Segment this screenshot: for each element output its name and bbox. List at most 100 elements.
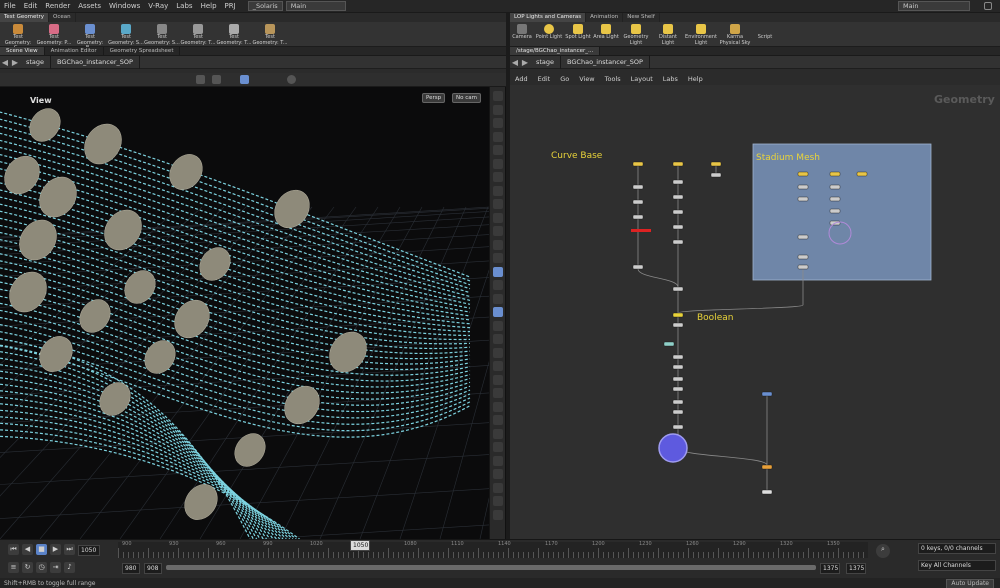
shelf-tab-animation[interactable]: Animation: [586, 13, 624, 22]
tool-test-geo-5[interactable]: Test Geometry: S...: [144, 24, 180, 46]
key-all-button[interactable]: Key All Channels: [918, 560, 996, 571]
context-select[interactable]: Main: [285, 1, 346, 11]
note-stadium-mesh[interactable]: Stadium Mesh: [756, 153, 820, 163]
net-menu-go[interactable]: Go: [555, 75, 574, 83]
viewport-tool-icon[interactable]: [493, 131, 503, 142]
zoom-icon[interactable]: ⌕: [876, 544, 890, 558]
menu-windows[interactable]: Windows: [105, 0, 144, 13]
viewport-tool-icon[interactable]: [493, 428, 503, 439]
net-menu-help[interactable]: Help: [683, 75, 708, 83]
tool-environment-light[interactable]: Environment Light: [684, 24, 718, 46]
tool-test-geo-6[interactable]: Test Geometry: T...: [180, 24, 216, 46]
viewport-tool-icon[interactable]: [493, 91, 503, 101]
loop-icon[interactable]: ↻: [22, 562, 33, 573]
tab-animation-editor[interactable]: Animation Editor: [45, 47, 104, 55]
menu-assets[interactable]: Assets: [74, 0, 105, 13]
net-menu-labs[interactable]: Labs: [658, 75, 683, 83]
viewport-tool-icon[interactable]: [493, 496, 503, 506]
stop-icon[interactable]: ■: [36, 544, 47, 555]
play-icon[interactable]: ▶: [50, 544, 61, 555]
note-curve-base[interactable]: Curve Base: [551, 151, 602, 161]
viewport-tool-icon[interactable]: [493, 185, 503, 196]
desktop-select[interactable]: _Solaris: [247, 1, 283, 11]
menu-render[interactable]: Render: [41, 0, 74, 13]
path-context[interactable]: stage: [530, 55, 562, 69]
snapshot-icon[interactable]: [287, 75, 296, 84]
right-context-select[interactable]: Main: [898, 1, 970, 11]
range-end-field[interactable]: 1375: [820, 563, 840, 574]
viewport-tool-icon[interactable]: [493, 172, 503, 182]
viewport-tool-icon[interactable]: [493, 118, 503, 128]
viewport-tool-icon[interactable]: [493, 104, 503, 115]
tab-geometry-spreadsheet[interactable]: Geometry Spreadsheet: [104, 47, 181, 55]
viewport-tool-icon[interactable]: [493, 388, 503, 398]
forward-arrow-icon[interactable]: ▶: [10, 58, 20, 67]
network-editor[interactable]: Geometry Curve Base Stadium Mesh Boolean: [510, 85, 1000, 539]
net-menu-layout[interactable]: Layout: [626, 75, 658, 83]
forward-arrow-icon[interactable]: ▶: [520, 58, 530, 67]
menu-edit[interactable]: Edit: [20, 0, 42, 13]
net-menu-tools[interactable]: Tools: [600, 75, 626, 83]
viewport-tool-icon[interactable]: [493, 401, 503, 412]
tool-test-geo-8[interactable]: Test Geometry: T...: [252, 24, 288, 46]
net-menu-add[interactable]: Add: [510, 75, 533, 83]
display-icon[interactable]: [212, 75, 221, 84]
range-start-field[interactable]: 980: [122, 563, 140, 574]
menu-vray[interactable]: V-Ray: [144, 0, 172, 13]
viewport-tool-icon[interactable]: [493, 455, 503, 466]
viewport-tool-icon[interactable]: [493, 212, 503, 223]
range-slider[interactable]: [166, 565, 816, 570]
timeline-track[interactable]: 900 930 960 990 1020 1050 1080 1110 1140 1170 1200…: [118, 541, 868, 558]
viewport-tool-icon[interactable]: [493, 239, 503, 250]
net-menu-edit[interactable]: Edit: [533, 75, 556, 83]
window-icon[interactable]: [984, 2, 992, 10]
tool-distant-light[interactable]: Distant Light: [652, 24, 684, 46]
path-node[interactable]: BGChao_instancer_SOP: [51, 55, 140, 69]
tool-karma-sky[interactable]: Karma Physical Sky: [718, 24, 752, 46]
menu-labs[interactable]: Labs: [172, 0, 196, 13]
camera-menu[interactable]: No cam: [452, 93, 481, 103]
viewport-tool-icon[interactable]: [493, 442, 503, 452]
viewport-tool-icon[interactable]: [493, 266, 503, 277]
viewport-tool-icon[interactable]: [493, 307, 503, 317]
viewport-tool-icon[interactable]: [493, 320, 503, 331]
viewport-tool-icon[interactable]: [493, 482, 503, 493]
tool-spot-light[interactable]: Spot Light: [564, 24, 592, 41]
path-context[interactable]: stage: [20, 55, 52, 69]
frame-marker[interactable]: 1050: [350, 540, 370, 551]
step-icon[interactable]: ⇥: [50, 562, 61, 573]
current-frame-field[interactable]: 1050: [78, 545, 100, 556]
camera-icon[interactable]: [196, 75, 205, 84]
net-menu-view[interactable]: View: [574, 75, 599, 83]
viewport-tool-icon[interactable]: [493, 199, 503, 209]
tool-geometry-light[interactable]: Geometry Light: [620, 24, 652, 46]
back-arrow-icon[interactable]: ◀: [0, 58, 10, 67]
tool-test-geo-4[interactable]: Test Geometry: S...: [108, 24, 144, 46]
viewport-tool-icon[interactable]: [493, 415, 503, 425]
viewport-tool-icon[interactable]: [493, 469, 503, 479]
viewport-tool-icon[interactable]: [493, 334, 503, 344]
shelf-tab-ocean[interactable]: Ocean: [49, 13, 76, 22]
tool-camera[interactable]: Camera: [510, 24, 534, 41]
menu-file[interactable]: File: [0, 0, 20, 13]
range-end2-field[interactable]: 1375: [846, 563, 866, 574]
viewport-tool-icon[interactable]: [493, 347, 503, 358]
viewport-tool-icon[interactable]: [493, 509, 503, 520]
tool-script[interactable]: Script: [752, 24, 778, 41]
viewport-tool-icon[interactable]: [493, 158, 503, 169]
play-reverse-icon[interactable]: ◀: [22, 544, 33, 555]
last-frame-icon[interactable]: ⏭: [64, 544, 75, 555]
first-frame-icon[interactable]: ⏮: [8, 544, 19, 555]
shelf-tab-lop-lights[interactable]: LOP Lights and Cameras: [510, 13, 587, 22]
tab-scene-view[interactable]: Scene View: [0, 47, 45, 55]
sound-icon[interactable]: ♪: [64, 562, 75, 573]
tool-point-light[interactable]: Point Light: [534, 24, 564, 41]
persp-menu[interactable]: Persp: [422, 93, 446, 103]
back-arrow-icon[interactable]: ◀: [510, 58, 520, 67]
tool-area-light[interactable]: Area Light: [592, 24, 620, 41]
range-icon[interactable]: ≡: [8, 562, 19, 573]
realtime-icon[interactable]: ◷: [36, 562, 47, 573]
path-node[interactable]: BGChao_instancer_SOP: [561, 55, 650, 69]
viewport-tool-icon[interactable]: [493, 226, 503, 236]
menu-prj[interactable]: PRJ: [221, 0, 240, 13]
